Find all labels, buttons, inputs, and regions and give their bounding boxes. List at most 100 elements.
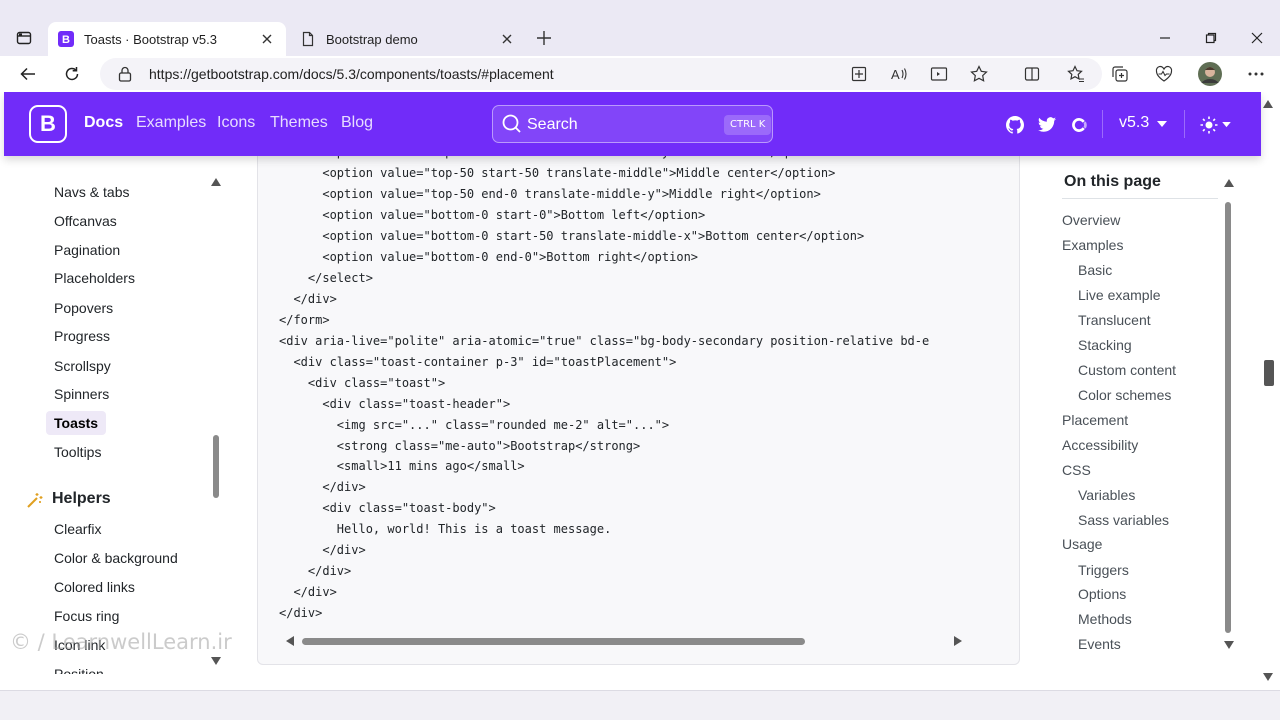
minimize-button[interactable] [1151,24,1179,52]
toc-link-usage[interactable]: Usage [1062,534,1102,554]
code-line: </form> [279,313,330,327]
scroll-right-arrow[interactable] [954,636,962,646]
toc-link-live-example[interactable]: Live example [1078,285,1161,305]
avatar [1198,62,1222,86]
sidebar-item-scrollspy[interactable]: Scrollspy [46,354,119,378]
toc-link-variables[interactable]: Variables [1078,485,1135,505]
sidebar-scrollbar-thumb[interactable] [213,435,219,498]
toc-link-sass-variables[interactable]: Sass variables [1078,510,1169,530]
code-line: </div> [279,564,352,578]
search-icon [502,114,521,133]
sidebar-group-helpers: Helpers [52,490,111,507]
code-line: <div class="toast-body"> [279,501,496,515]
toc-link-basic[interactable]: Basic [1078,260,1112,280]
toc-link-options[interactable]: Options [1078,584,1126,604]
toc-link-examples[interactable]: Examples [1062,235,1123,255]
page-scrollbar-thumb[interactable] [1264,360,1274,386]
nav-link-blog[interactable]: Blog [341,114,373,132]
tab-toasts[interactable]: B Toasts · Bootstrap v5.3 [48,22,286,56]
browser-essentials-button[interactable] [1150,60,1178,88]
code-horizontal-scrollbar-thumb[interactable] [302,638,805,645]
favorite-star-button[interactable] [966,62,992,86]
collections-button[interactable] [1106,60,1134,88]
toc-link-color-schemes[interactable]: Color schemes [1078,385,1171,405]
restore-button[interactable] [1197,24,1225,52]
app-available-button[interactable] [846,62,872,86]
toc-link-events[interactable]: Events [1078,634,1121,654]
github-link[interactable] [1004,114,1026,136]
toc-link-stacking[interactable]: Stacking [1078,335,1132,355]
settings-more-button[interactable] [1242,60,1270,88]
lock-icon[interactable] [118,66,132,82]
immersive-reader-button[interactable] [926,62,952,86]
favorites-button[interactable] [1062,60,1090,88]
toc-link-css[interactable]: CSS [1062,460,1091,480]
sidebar-item-progress[interactable]: Progress [46,324,118,348]
sidebar-item-color-background[interactable]: Color & background [46,546,186,570]
sidebar-item-popovers[interactable]: Popovers [46,296,121,320]
bootstrap-logo[interactable]: B [29,105,67,143]
code-line: <small>11 mins ago</small> [279,459,525,473]
toc-link-translucent[interactable]: Translucent [1078,310,1151,330]
sidebar-item-position[interactable]: Position [46,662,112,674]
close-tab-button[interactable] [258,30,276,48]
docs-search-button[interactable]: Search CTRL K [492,105,773,143]
toc-scrollbar-thumb[interactable] [1225,202,1231,633]
tab-actions-icon [16,31,32,45]
toc-scroll-up-arrow[interactable] [1224,179,1234,187]
code-line: <option value="bottom-0 start-50 transla… [279,229,865,243]
sidebar-scroll-down-arrow[interactable] [211,657,221,665]
toc-link-placement[interactable]: Placement [1062,410,1128,430]
close-icon [1251,32,1263,44]
toc-link-custom-content[interactable]: Custom content [1078,360,1176,380]
toc-link-accessibility[interactable]: Accessibility [1062,435,1138,455]
toc-divider [1062,198,1218,199]
back-button[interactable] [14,60,42,88]
bootstrap-favicon-icon: B [58,31,74,47]
nav-link-icons[interactable]: Icons [217,114,255,132]
sidebar-item-navs-tabs[interactable]: Navs & tabs [46,180,137,204]
sidebar-item-toasts[interactable]: Toasts [46,411,107,435]
toc-title: On this page [1064,173,1161,190]
page-scroll-up-arrow[interactable] [1263,100,1273,108]
scroll-left-arrow[interactable] [286,636,294,646]
opencollective-link[interactable] [1068,114,1090,136]
nav-link-examples[interactable]: Examples [136,114,206,132]
sidebar-item-colored-links[interactable]: Colored links [46,575,143,599]
toc-scroll-down-arrow[interactable] [1224,641,1234,649]
page-scroll-down-arrow[interactable] [1263,673,1273,681]
url-text[interactable]: https://getbootstrap.com/docs/5.3/compon… [149,66,554,82]
new-tab-button[interactable] [532,26,556,50]
sidebar-item-spinners[interactable]: Spinners [46,382,117,406]
code-line: <strong class="me-auto">Bootstrap</stron… [279,439,641,453]
address-bar[interactable]: https://getbootstrap.com/docs/5.3/compon… [100,58,1102,90]
toc-link-triggers[interactable]: Triggers [1078,560,1129,580]
sidebar-item-focus-ring[interactable]: Focus ring [46,604,127,628]
sidebar-item-offcanvas[interactable]: Offcanvas [46,209,125,233]
sidebar-item-clearfix[interactable]: Clearfix [46,517,109,541]
toc-link-methods[interactable]: Methods [1078,609,1132,629]
code-line: <option value="bottom-0 start-0">Bottom … [279,208,706,222]
sidebar-item-tooltips[interactable]: Tooltips [46,440,109,464]
code-line: Hello, world! This is a toast message. [279,522,612,536]
close-tab-button[interactable] [498,30,516,48]
sidebar-item-placeholders[interactable]: Placeholders [46,266,143,290]
read-aloud-button[interactable]: A [886,62,912,86]
split-screen-button[interactable] [1018,60,1046,88]
refresh-button[interactable] [58,60,86,88]
code-line: <div aria-live="polite" aria-atomic="tru… [279,334,930,348]
version-dropdown[interactable]: v5.3 [1119,114,1149,132]
nav-link-docs[interactable]: Docs [84,114,123,132]
browser-bottom-edge [0,690,1280,720]
document-icon [302,31,314,47]
theme-toggle[interactable] [1198,114,1220,136]
tab-actions-button[interactable] [10,24,38,52]
sidebar-scroll-up-arrow[interactable] [211,178,221,186]
tab-bootstrap-demo[interactable]: Bootstrap demo [290,22,526,56]
twitter-link[interactable] [1036,114,1058,136]
profile-button[interactable] [1196,60,1224,88]
nav-link-themes[interactable]: Themes [270,114,328,132]
toc-link-overview[interactable]: Overview [1062,210,1120,230]
sidebar-item-pagination[interactable]: Pagination [46,238,128,262]
close-window-button[interactable] [1243,24,1271,52]
